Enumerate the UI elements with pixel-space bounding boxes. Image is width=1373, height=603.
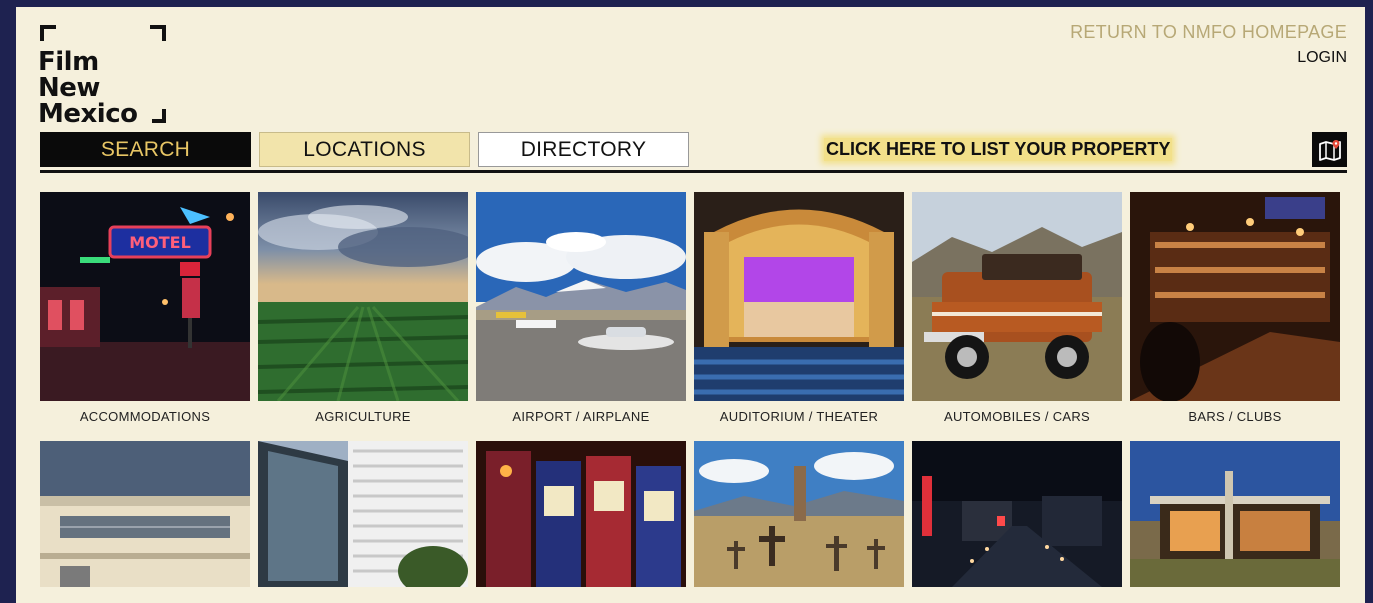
bar-image xyxy=(1130,192,1340,401)
page-frame: Film New Mexico RETURN TO NMFO HOMEPAGE … xyxy=(16,7,1365,603)
tab-search[interactable]: SEARCH xyxy=(40,132,251,167)
office-building-image xyxy=(258,441,468,587)
category-airport-airplane[interactable]: AIRPORT / AIRPLANE xyxy=(476,192,686,424)
login-link[interactable]: LOGIN xyxy=(1297,49,1347,67)
logo-corner-top-right xyxy=(150,25,166,41)
category-tile[interactable] xyxy=(258,441,468,587)
night-street-image xyxy=(912,441,1122,587)
category-tile[interactable] xyxy=(694,441,904,587)
logo-word-film: Film xyxy=(38,47,99,77)
category-tile[interactable] xyxy=(40,441,250,587)
category-accommodations[interactable]: MOTEL ACCOMMODATIONS xyxy=(40,192,250,424)
motel-sign-text: MOTEL xyxy=(129,233,191,252)
category-tile[interactable] xyxy=(912,441,1122,587)
agriculture-image xyxy=(258,192,468,401)
tab-directory[interactable]: DIRECTORY xyxy=(478,132,689,167)
film-new-mexico-logo[interactable]: Film New Mexico xyxy=(38,23,168,127)
casino-image xyxy=(476,441,686,587)
category-auditorium-theater[interactable]: AUDITORIUM / THEATER xyxy=(694,192,904,424)
logo-word-mexico: Mexico xyxy=(38,99,138,129)
tab-locations[interactable]: LOCATIONS xyxy=(259,132,470,167)
building-image xyxy=(40,441,250,587)
return-to-homepage-link[interactable]: RETURN TO NMFO HOMEPAGE xyxy=(1070,22,1347,43)
map-pin-icon xyxy=(1318,139,1341,161)
category-label: AUTOMOBILES / CARS xyxy=(943,409,1091,424)
automobile-image xyxy=(912,192,1122,401)
category-label: AIRPORT / AIRPLANE xyxy=(512,409,650,424)
category-label: ACCOMMODATIONS xyxy=(79,409,211,424)
accommodations-image: MOTEL xyxy=(40,192,250,401)
cemetery-image xyxy=(694,441,904,587)
category-tile[interactable] xyxy=(1130,441,1340,587)
nav-divider xyxy=(40,170,1347,173)
theater-image xyxy=(694,192,904,401)
category-automobiles-cars[interactable]: AUTOMOBILES / CARS xyxy=(912,192,1122,424)
logo-corner-top-left xyxy=(40,25,56,41)
logo-corner-bottom-right xyxy=(152,109,166,123)
list-property-link[interactable]: CLICK HERE TO LIST YOUR PROPERTY xyxy=(824,138,1173,161)
modern-house-image xyxy=(1130,441,1340,587)
category-label: BARS / CLUBS xyxy=(1188,409,1282,424)
category-bars-clubs[interactable]: BARS / CLUBS xyxy=(1130,192,1340,424)
category-label: AUDITORIUM / THEATER xyxy=(719,409,879,424)
airport-image xyxy=(476,192,686,401)
category-label: AGRICULTURE xyxy=(315,409,411,424)
category-tile[interactable] xyxy=(476,441,686,587)
logo-word-new: New xyxy=(38,73,100,103)
category-agriculture[interactable]: AGRICULTURE xyxy=(258,192,468,424)
map-button[interactable] xyxy=(1312,132,1347,167)
